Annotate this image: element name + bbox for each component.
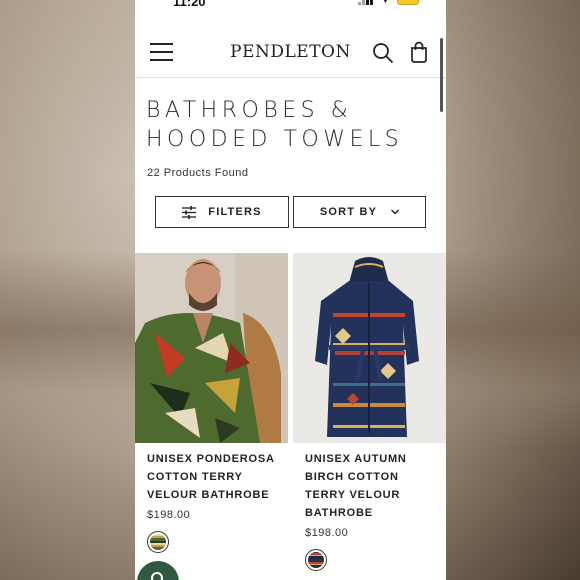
page-title: BATHROBES & HOODED TOWELS (146, 98, 404, 152)
product-count: 22 Products Found (147, 167, 249, 179)
phone-screen: 11:20 ▼ PENDLETON BATHROBES & HOODED TOW… (135, 0, 446, 580)
color-swatch[interactable] (305, 549, 327, 571)
scrollbar[interactable] (440, 38, 443, 112)
sort-by-button[interactable]: SORT BY (293, 196, 426, 228)
product-image[interactable] (135, 253, 288, 443)
product-name[interactable]: UNISEX PONDEROSA COTTON TERRY VELOUR BAT… (147, 450, 282, 504)
sort-label: SORT BY (319, 206, 378, 218)
filters-label: FILTERS (208, 206, 262, 218)
pendleton-logo[interactable]: PENDLETON (135, 42, 446, 62)
status-bar: 11:20 ▼ (135, 0, 446, 12)
color-swatch[interactable] (147, 531, 169, 553)
chat-button[interactable] (137, 561, 179, 580)
sliders-icon (182, 205, 197, 219)
search-icon[interactable] (372, 42, 394, 64)
product-price: $198.00 (147, 509, 191, 521)
signal-icon (358, 0, 374, 5)
status-time: 11:20 (173, 0, 206, 9)
site-header: PENDLETON (135, 30, 446, 78)
product-price: $198.00 (305, 527, 349, 539)
battery-icon (397, 0, 419, 5)
wifi-icon: ▼ (380, 0, 391, 6)
filters-button[interactable]: FILTERS (155, 196, 289, 228)
product-image[interactable] (293, 253, 446, 443)
product-card[interactable]: UNISEX PONDEROSA COTTON TERRY VELOUR BAT… (135, 253, 288, 553)
duck-chat-icon (151, 572, 163, 580)
product-card[interactable]: UNISEX AUTUMN BIRCH COTTON TERRY VELOUR … (293, 253, 446, 571)
chevron-down-icon (391, 209, 400, 215)
product-name[interactable]: UNISEX AUTUMN BIRCH COTTON TERRY VELOUR … (305, 450, 440, 522)
shopping-bag-icon[interactable] (410, 41, 428, 63)
